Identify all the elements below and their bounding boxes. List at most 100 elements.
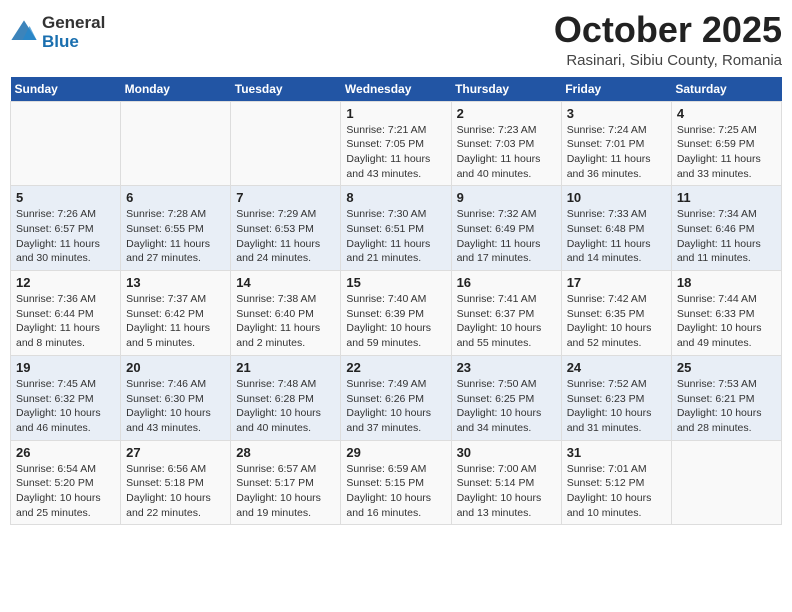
weekday-header: Saturday [671, 77, 781, 102]
month-title: October 2025 [554, 10, 782, 50]
calendar-cell: 2Sunrise: 7:23 AM Sunset: 7:03 PM Daylig… [451, 101, 561, 186]
calendar-cell: 30 Sunrise: 7:00 AM Sunset: 5:14 PM Dayli… [451, 440, 561, 525]
day-number: 16 [457, 275, 556, 290]
day-info: Sunrise: 7:41 AM Sunset: 6:37 PM Dayligh… [457, 292, 556, 351]
day-info: Sunrise: 6:57 AM Sunset: 5:17 PM Dayligh… [236, 462, 335, 521]
day-info: Sunrise: 7:25 AM Sunset: 6:59 PM Dayligh… [677, 123, 776, 182]
calendar-cell [231, 101, 341, 186]
calendar-cell: 26 Sunrise: 6:54 AM Sunset: 5:20 PM Dayli… [11, 440, 121, 525]
day-info: Sunrise: 7:24 AM Sunset: 7:01 PM Dayligh… [567, 123, 666, 182]
calendar-cell: 23Sunrise: 7:50 AM Sunset: 6:25 PM Dayli… [451, 355, 561, 440]
day-info: Sunrise: 7:53 AM Sunset: 6:21 PM Dayligh… [677, 377, 776, 436]
calendar-cell: 11 Sunrise: 7:34 AM Sunset: 6:46 PM Dayli… [671, 186, 781, 271]
day-number: 30 [457, 445, 556, 460]
day-info: Sunrise: 7:40 AM Sunset: 6:39 PM Dayligh… [346, 292, 445, 351]
day-number: 19 [16, 360, 115, 375]
day-info: Sunrise: 7:01 AM Sunset: 5:12 PM Dayligh… [567, 462, 666, 521]
day-number: 20 [126, 360, 225, 375]
day-number: 1 [346, 106, 445, 121]
calendar-cell: 7 Sunrise: 7:29 AM Sunset: 6:53 PM Daylig… [231, 186, 341, 271]
day-info: Sunrise: 7:48 AM Sunset: 6:28 PM Dayligh… [236, 377, 335, 436]
day-number: 29 [346, 445, 445, 460]
logo-icon [10, 19, 38, 47]
day-info: Sunrise: 7:38 AM Sunset: 6:40 PM Dayligh… [236, 292, 335, 351]
day-number: 11 [677, 190, 776, 205]
day-info: Sunrise: 7:30 AM Sunset: 6:51 PM Dayligh… [346, 207, 445, 266]
day-info: Sunrise: 7:52 AM Sunset: 6:23 PM Dayligh… [567, 377, 666, 436]
day-info: Sunrise: 6:59 AM Sunset: 5:15 PM Dayligh… [346, 462, 445, 521]
calendar-cell: 1Sunrise: 7:21 AM Sunset: 7:05 PM Daylig… [341, 101, 451, 186]
day-info: Sunrise: 7:28 AM Sunset: 6:55 PM Dayligh… [126, 207, 225, 266]
calendar-cell: 13Sunrise: 7:37 AM Sunset: 6:42 PM Dayli… [121, 271, 231, 356]
calendar-cell [11, 101, 121, 186]
day-info: Sunrise: 7:50 AM Sunset: 6:25 PM Dayligh… [457, 377, 556, 436]
day-number: 12 [16, 275, 115, 290]
logo-text: General Blue [42, 14, 105, 51]
day-info: Sunrise: 7:29 AM Sunset: 6:53 PM Dayligh… [236, 207, 335, 266]
calendar-cell: 9 Sunrise: 7:32 AM Sunset: 6:49 PM Daylig… [451, 186, 561, 271]
calendar-cell: 12 Sunrise: 7:36 AM Sunset: 6:44 PM Dayli… [11, 271, 121, 356]
calendar-table: SundayMondayTuesdayWednesdayThursdayFrid… [10, 77, 782, 526]
day-info: Sunrise: 7:42 AM Sunset: 6:35 PM Dayligh… [567, 292, 666, 351]
calendar-cell: 19 Sunrise: 7:45 AM Sunset: 6:32 PM Dayli… [11, 355, 121, 440]
calendar-cell [671, 440, 781, 525]
day-number: 7 [236, 190, 335, 205]
calendar-cell: 27 Sunrise: 6:56 AM Sunset: 5:18 PM Dayli… [121, 440, 231, 525]
weekday-header: Wednesday [341, 77, 451, 102]
logo: General Blue [10, 14, 105, 51]
day-number: 27 [126, 445, 225, 460]
day-number: 26 [16, 445, 115, 460]
day-info: Sunrise: 7:00 AM Sunset: 5:14 PM Dayligh… [457, 462, 556, 521]
calendar-week-row: 12 Sunrise: 7:36 AM Sunset: 6:44 PM Dayli… [11, 271, 782, 356]
day-info: Sunrise: 7:46 AM Sunset: 6:30 PM Dayligh… [126, 377, 225, 436]
calendar-cell: 3 Sunrise: 7:24 AM Sunset: 7:01 PM Daylig… [561, 101, 671, 186]
weekday-header-row: SundayMondayTuesdayWednesdayThursdayFrid… [11, 77, 782, 102]
calendar-cell: 28 Sunrise: 6:57 AM Sunset: 5:17 PM Dayli… [231, 440, 341, 525]
day-info: Sunrise: 6:54 AM Sunset: 5:20 PM Dayligh… [16, 462, 115, 521]
day-number: 17 [567, 275, 666, 290]
calendar-week-row: 5 Sunrise: 7:26 AM Sunset: 6:57 PM Daylig… [11, 186, 782, 271]
day-info: Sunrise: 7:36 AM Sunset: 6:44 PM Dayligh… [16, 292, 115, 351]
weekday-header: Thursday [451, 77, 561, 102]
day-number: 22 [346, 360, 445, 375]
calendar-cell: 22 Sunrise: 7:49 AM Sunset: 6:26 PM Dayli… [341, 355, 451, 440]
day-info: Sunrise: 7:44 AM Sunset: 6:33 PM Dayligh… [677, 292, 776, 351]
day-number: 10 [567, 190, 666, 205]
weekday-header: Tuesday [231, 77, 341, 102]
day-number: 28 [236, 445, 335, 460]
weekday-header: Sunday [11, 77, 121, 102]
day-info: Sunrise: 7:49 AM Sunset: 6:26 PM Dayligh… [346, 377, 445, 436]
calendar-cell: 18Sunrise: 7:44 AM Sunset: 6:33 PM Dayli… [671, 271, 781, 356]
calendar-cell: 20 Sunrise: 7:46 AM Sunset: 6:30 PM Dayli… [121, 355, 231, 440]
day-number: 4 [677, 106, 776, 121]
day-info: Sunrise: 7:23 AM Sunset: 7:03 PM Dayligh… [457, 123, 556, 182]
calendar-cell: 15 Sunrise: 7:40 AM Sunset: 6:39 PM Dayli… [341, 271, 451, 356]
day-number: 6 [126, 190, 225, 205]
calendar-cell: 21 Sunrise: 7:48 AM Sunset: 6:28 PM Dayli… [231, 355, 341, 440]
day-info: Sunrise: 7:45 AM Sunset: 6:32 PM Dayligh… [16, 377, 115, 436]
weekday-header: Friday [561, 77, 671, 102]
logo-blue: Blue [42, 33, 105, 52]
calendar-cell: 17 Sunrise: 7:42 AM Sunset: 6:35 PM Dayli… [561, 271, 671, 356]
day-number: 8 [346, 190, 445, 205]
day-info: Sunrise: 6:56 AM Sunset: 5:18 PM Dayligh… [126, 462, 225, 521]
weekday-header: Monday [121, 77, 231, 102]
day-number: 13 [126, 275, 225, 290]
logo-general: General [42, 14, 105, 33]
calendar-cell: 14Sunrise: 7:38 AM Sunset: 6:40 PM Dayli… [231, 271, 341, 356]
day-info: Sunrise: 7:26 AM Sunset: 6:57 PM Dayligh… [16, 207, 115, 266]
day-number: 15 [346, 275, 445, 290]
day-info: Sunrise: 7:33 AM Sunset: 6:48 PM Dayligh… [567, 207, 666, 266]
day-number: 9 [457, 190, 556, 205]
calendar-cell: 4 Sunrise: 7:25 AM Sunset: 6:59 PM Daylig… [671, 101, 781, 186]
day-number: 31 [567, 445, 666, 460]
location: Rasinari, Sibiu County, Romania [554, 52, 782, 69]
day-number: 21 [236, 360, 335, 375]
title-block: October 2025 Rasinari, Sibiu County, Rom… [554, 10, 782, 69]
day-info: Sunrise: 7:32 AM Sunset: 6:49 PM Dayligh… [457, 207, 556, 266]
day-info: Sunrise: 7:34 AM Sunset: 6:46 PM Dayligh… [677, 207, 776, 266]
day-number: 25 [677, 360, 776, 375]
day-number: 5 [16, 190, 115, 205]
day-number: 3 [567, 106, 666, 121]
page-header: General Blue October 2025 Rasinari, Sibi… [10, 10, 782, 69]
